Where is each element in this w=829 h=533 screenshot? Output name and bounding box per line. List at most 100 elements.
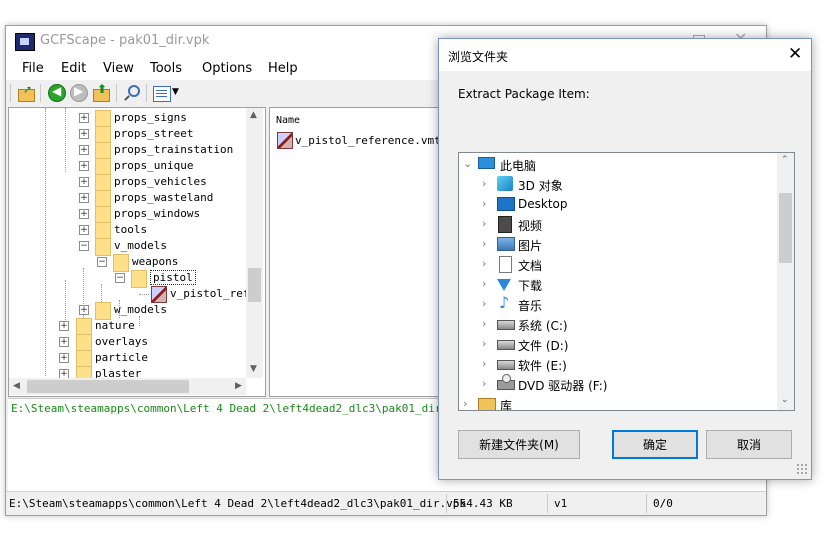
search-icon[interactable]	[123, 84, 141, 102]
expand-icon[interactable]: +	[79, 225, 89, 235]
chevron-right-icon[interactable]: ›	[482, 317, 486, 330]
tree-item[interactable]: + props_windows	[9, 206, 245, 224]
folder-item-dvd-f[interactable]: › DVD 驱动器 (F:)	[459, 374, 777, 394]
scroll-up-icon[interactable]: ▲	[250, 110, 257, 120]
expand-icon[interactable]: +	[79, 177, 89, 187]
back-icon[interactable]: ◀	[48, 84, 66, 102]
expand-icon[interactable]: +	[79, 305, 89, 315]
tree-item[interactable]: + w_models	[9, 302, 245, 320]
tree-horizontal-scrollbar[interactable]: ◀ ▶	[9, 378, 246, 395]
chevron-right-icon[interactable]: ›	[482, 337, 486, 350]
folder-browser-tree[interactable]: ⌄ 此电脑 › 3D 对象 › Desktop › 视频 › 图片 › 文档 ›…	[458, 152, 795, 411]
tree-item-label: overlays	[95, 335, 148, 348]
tree-item[interactable]: + props_vehicles	[9, 174, 245, 192]
expand-icon[interactable]: +	[79, 209, 89, 219]
folder-item-pictures[interactable]: › 图片	[459, 234, 777, 254]
expand-icon[interactable]: +	[59, 321, 69, 331]
collapse-icon[interactable]: −	[97, 257, 107, 267]
cancel-button[interactable]: 取消	[706, 430, 792, 459]
open-folder-icon[interactable]: ➚	[17, 83, 35, 102]
music-icon	[499, 293, 511, 312]
folder-item-drive-d[interactable]: › 文件 (D:)	[459, 334, 777, 354]
chevron-right-icon[interactable]: ›	[482, 277, 486, 290]
tree-item-selected[interactable]: − pistol	[9, 270, 245, 288]
chevron-right-icon[interactable]: ›	[482, 197, 486, 210]
expand-icon[interactable]: +	[59, 337, 69, 347]
expand-icon[interactable]: +	[79, 145, 89, 155]
new-folder-button[interactable]: 新建文件夹(M)	[458, 430, 580, 459]
scroll-thumb[interactable]	[27, 380, 189, 393]
chevron-right-icon[interactable]: ›	[463, 397, 467, 410]
scroll-thumb[interactable]	[779, 193, 792, 263]
tree-item[interactable]: v_pistol_refe	[9, 286, 256, 303]
expand-icon[interactable]: +	[79, 161, 89, 171]
tree-vertical-scrollbar[interactable]: ▲ ▼	[246, 108, 263, 378]
menu-tools[interactable]: Tools	[150, 61, 182, 76]
menu-help[interactable]: Help	[268, 61, 298, 76]
tree-item-label: props_wasteland	[114, 191, 214, 204]
folder-item-library[interactable]: › 库	[459, 394, 777, 410]
tree-item[interactable]: − weapons	[9, 254, 245, 272]
folder-item-desktop[interactable]: › Desktop	[459, 194, 777, 214]
folder-tree-pane[interactable]: + props_signs + props_street + props_tra…	[8, 107, 266, 397]
collapse-icon[interactable]: −	[115, 273, 125, 283]
scroll-right-icon[interactable]: ▶	[235, 381, 242, 391]
chevron-right-icon[interactable]: ›	[482, 377, 486, 390]
tree-item[interactable]: − v_models	[9, 238, 245, 256]
scroll-thumb[interactable]	[248, 268, 261, 302]
chevron-right-icon[interactable]: ›	[482, 257, 486, 270]
tree-item[interactable]: + nature	[9, 318, 245, 336]
view-mode-icon[interactable]	[153, 86, 171, 102]
tree-item[interactable]: + overlays	[9, 334, 245, 352]
tree-item[interactable]: + props_signs	[9, 110, 245, 128]
expanded-chevron-icon[interactable]: ⌄	[463, 157, 472, 170]
folder-item-drive-c[interactable]: › 系统 (C:)	[459, 314, 777, 334]
column-header-name[interactable]: Name	[276, 115, 300, 126]
tree-item-label: props_vehicles	[114, 175, 207, 188]
menu-view[interactable]: View	[103, 61, 134, 76]
file-list-pane[interactable]: Name v_pistol_reference.vmt	[269, 107, 441, 397]
folder-label: DVD 驱动器 (F:)	[518, 379, 608, 393]
chevron-right-icon[interactable]: ›	[482, 237, 486, 250]
folder-item-drive-e[interactable]: › 软件 (E:)	[459, 354, 777, 374]
close-icon[interactable]: ✕	[788, 44, 802, 64]
collapse-icon[interactable]: −	[79, 241, 89, 251]
expand-icon[interactable]: +	[79, 129, 89, 139]
folder-item-videos[interactable]: › 视频	[459, 214, 777, 234]
tree-item[interactable]: + particle	[9, 350, 245, 368]
folder-item-music[interactable]: › 音乐	[459, 293, 777, 314]
chevron-right-icon[interactable]: ›	[482, 177, 486, 190]
folder-item-3d-objects[interactable]: › 3D 对象	[459, 174, 777, 194]
chevron-right-icon[interactable]: ›	[482, 217, 486, 230]
tree-item-label: particle	[95, 351, 148, 364]
chevron-right-icon[interactable]: ›	[482, 357, 486, 370]
tree-item[interactable]: + props_wasteland	[9, 190, 245, 208]
menu-file[interactable]: File	[22, 61, 44, 76]
scroll-down-icon[interactable]: ⌄	[781, 395, 789, 405]
tree-item[interactable]: + tools	[9, 222, 245, 240]
scroll-up-icon[interactable]: ⌃	[781, 155, 789, 165]
menu-options[interactable]: Options	[202, 61, 252, 76]
folder-item-downloads[interactable]: › 下载	[459, 274, 777, 294]
scroll-left-icon[interactable]: ◀	[13, 381, 20, 391]
scroll-down-icon[interactable]: ▼	[250, 364, 257, 374]
resize-grip-icon[interactable]	[796, 463, 808, 475]
expand-icon[interactable]: +	[79, 113, 89, 123]
folder-item-this-pc[interactable]: ⌄ 此电脑	[459, 154, 777, 174]
ok-button[interactable]: 确定	[612, 430, 698, 459]
toolbar-separator	[40, 84, 41, 102]
file-name: v_pistol_reference.vmt	[295, 134, 441, 147]
menu-edit[interactable]: Edit	[61, 61, 86, 76]
forward-icon[interactable]: ▶	[70, 84, 88, 102]
tree-item[interactable]: + props_unique	[9, 158, 245, 176]
folder-tree-scrollbar[interactable]: ⌃ ⌄	[777, 153, 794, 410]
tree-item[interactable]: + props_street	[9, 126, 245, 144]
expand-icon[interactable]: +	[79, 193, 89, 203]
tree-item[interactable]: + props_trainstation	[9, 142, 245, 160]
up-folder-icon[interactable]: ⬆	[92, 82, 110, 102]
folder-item-documents[interactable]: › 文档	[459, 254, 777, 274]
chevron-right-icon[interactable]: ›	[482, 297, 486, 310]
expand-icon[interactable]: +	[59, 353, 69, 363]
view-dropdown-icon[interactable]: ▼	[172, 87, 179, 97]
tree-connector	[139, 294, 149, 295]
